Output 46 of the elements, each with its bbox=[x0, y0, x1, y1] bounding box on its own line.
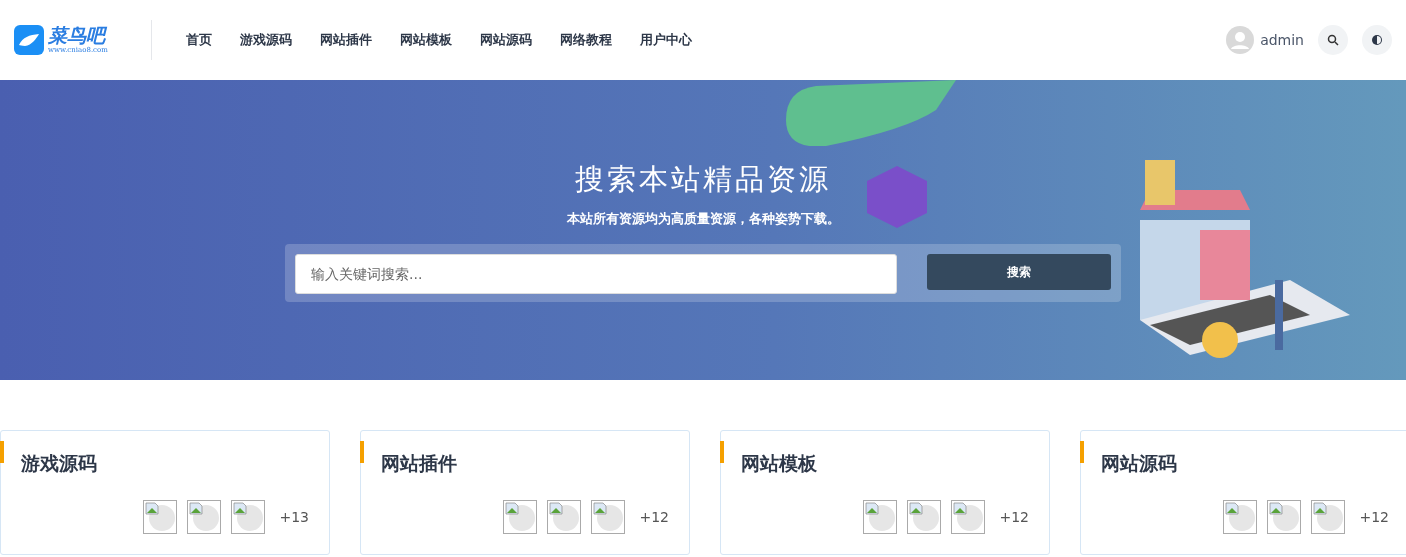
user-name[interactable]: admin bbox=[1260, 32, 1304, 48]
nav-link[interactable]: 游戏源码 bbox=[226, 31, 306, 49]
category-card[interactable]: 网站模板 +12 bbox=[720, 430, 1050, 555]
contrast-icon bbox=[1370, 33, 1384, 47]
broken-image-icon bbox=[1311, 500, 1346, 534]
more-count: +12 bbox=[639, 509, 669, 525]
broken-image-icon bbox=[187, 500, 222, 534]
category-title: 网站模板 bbox=[741, 451, 818, 476]
theme-toggle-button[interactable] bbox=[1362, 25, 1392, 55]
accent-bar bbox=[0, 441, 4, 463]
cube-icon bbox=[866, 165, 928, 229]
nav-link[interactable]: 网络教程 bbox=[546, 31, 626, 49]
accent-bar bbox=[360, 441, 364, 463]
broken-image-icon bbox=[503, 500, 538, 534]
nav-link[interactable]: 首页 bbox=[172, 31, 226, 49]
search-icon bbox=[1327, 34, 1339, 46]
nav-link[interactable]: 网站模板 bbox=[386, 31, 466, 49]
logo-name: 菜鸟吧 bbox=[48, 26, 108, 45]
broken-image-icon bbox=[143, 500, 178, 534]
nav-link[interactable]: 用户中心 bbox=[626, 31, 706, 49]
category-card[interactable]: 网站源码 +12 bbox=[1080, 430, 1406, 555]
search-button[interactable] bbox=[1318, 25, 1348, 55]
broken-image-icon bbox=[1223, 500, 1258, 534]
search-input[interactable]: 输入关键词搜索... bbox=[295, 254, 897, 294]
broken-image-icon bbox=[907, 500, 942, 534]
search-submit-button[interactable]: 搜索 bbox=[927, 254, 1111, 290]
broken-image-icon bbox=[951, 500, 986, 534]
hero-title: 搜索本站精品资源 bbox=[575, 161, 831, 198]
category-card[interactable]: 网站插件 +12 bbox=[360, 430, 690, 555]
category-title: 网站源码 bbox=[1101, 451, 1178, 476]
more-count: +12 bbox=[999, 509, 1029, 525]
accent-bar bbox=[1080, 441, 1084, 463]
hero-subtitle: 本站所有资源均为高质量资源，各种姿势下载。 bbox=[566, 210, 840, 228]
more-count: +12 bbox=[1359, 509, 1389, 525]
nav-link[interactable]: 网站插件 bbox=[306, 31, 386, 49]
more-count: +13 bbox=[279, 509, 309, 525]
broken-image-icon bbox=[1267, 500, 1302, 534]
broken-image-icon bbox=[231, 500, 266, 534]
broken-image-icon bbox=[547, 500, 582, 534]
category-title: 游戏源码 bbox=[21, 451, 98, 476]
broken-image-icon bbox=[591, 500, 626, 534]
nav-link[interactable]: 网站源码 bbox=[466, 31, 546, 49]
category-card[interactable]: 游戏源码 +13 bbox=[0, 430, 330, 555]
accent-bar bbox=[720, 441, 724, 463]
broken-image-icon bbox=[863, 500, 898, 534]
category-title: 网站插件 bbox=[381, 451, 458, 476]
